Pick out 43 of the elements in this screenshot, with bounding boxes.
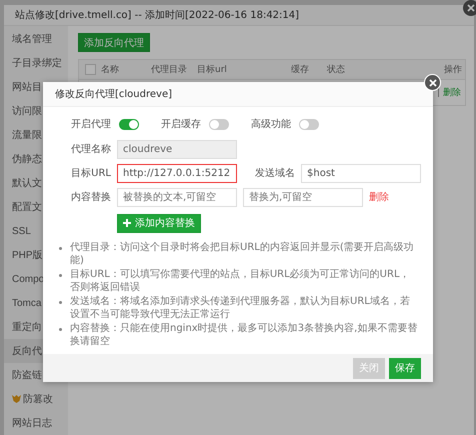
sidebar-item[interactable]: 防篡改 [4,387,68,411]
plus-icon [123,219,131,227]
field-label: 目标URL [70,166,111,180]
delete-link[interactable]: 删除 [443,86,461,99]
note-text: 代理目录：访问这个目录时将会把目标URL的内容返回并显示(需要开启高级功能) [70,241,415,267]
column-header: 缓存 [291,64,310,76]
input-field[interactable]: $host [301,164,421,182]
input-field[interactable]: 替换为,可留空 [243,188,363,206]
sidebar-item[interactable]: 网站日志 [4,411,68,435]
save-button[interactable]: 保存 [389,358,421,378]
field-label: 高级功能 [251,118,291,131]
checkbox[interactable] [85,64,96,75]
sidebar-label: 防篡改 [23,392,53,406]
sidebar-item[interactable]: 子目录绑定 [4,51,68,75]
bullet-icon [59,301,62,304]
bullet-icon [59,247,62,250]
column-header: 代理目录 [151,64,188,76]
field-label: 发送域名 [254,166,295,180]
field-label: 代理名称 [70,143,111,156]
toggle-switch[interactable] [299,118,319,130]
delete-link[interactable]: 删除 [369,190,389,204]
note-text: 发送域名：将域名添加到请求头传递到代理服务器，默认为目标URL域名，若设置不当可能导致代理无法正常运行 [70,295,411,321]
field-label: 开启缓存 [161,118,201,131]
add-replace-button[interactable]: 添加内容替换 [117,214,201,232]
column-header: 目标url [197,64,228,76]
sidebar-item[interactable]: 域名管理 [4,27,68,51]
toggle-switch[interactable] [119,118,139,130]
dialog-title: 修改反向代理[cloudreve] [55,88,172,101]
toggle-switch[interactable] [209,118,229,130]
column-header: 状态 [327,64,346,76]
field-label: 开启代理 [70,118,111,131]
bullet-icon [59,328,62,331]
column-header: 名称 [101,64,120,76]
note-text: 内容替换：只能在使用nginx时提供，最多可以添加3条替换内容,如果不需要替换请留空 [70,322,418,348]
add-proxy-button[interactable]: 添加反向代理 [78,33,150,52]
note-text: 目标URL：可以填写你需要代理的站点，目标URL必须为可正常访问的URL，否则将返回错误 [70,268,411,294]
window-title: 站点修改[drive.tmell.co] -- 添加时间[2022-06-16 18:42:14] [15,8,300,22]
column-header: 操作 [443,64,463,76]
input-field[interactable]: http://127.0.0.1:5212 [117,164,237,182]
field-label: 内容替换 [70,190,111,204]
close-icon[interactable] [463,0,476,16]
input-field[interactable]: 被替换的文本,可留空 [117,188,237,206]
bullet-icon [59,274,62,277]
